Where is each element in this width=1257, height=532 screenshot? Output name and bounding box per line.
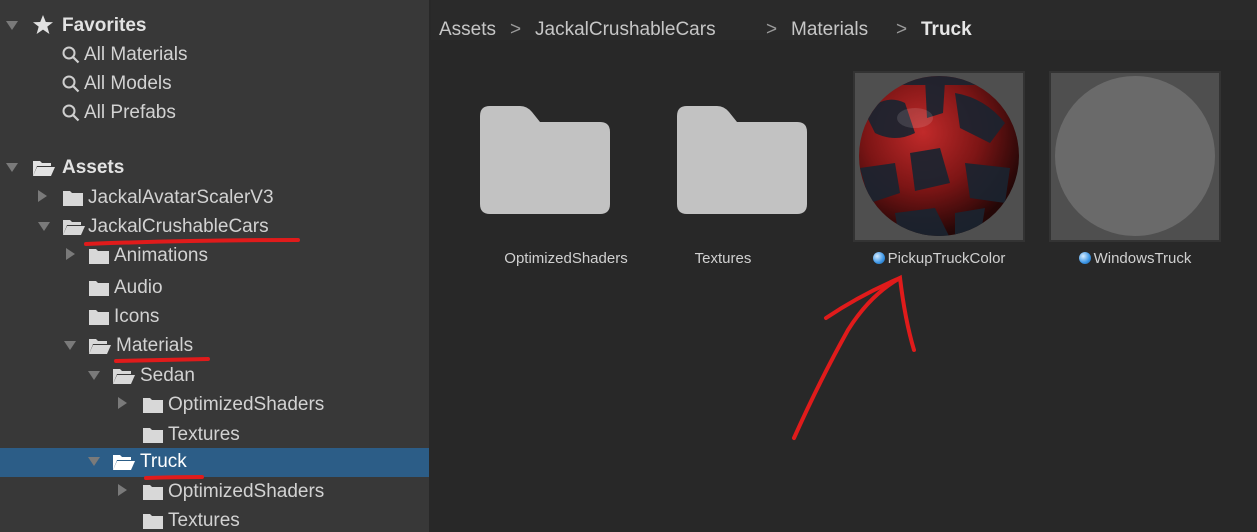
breadcrumb-segment-assets[interactable]: Assets (439, 19, 496, 41)
expand-arrow-icon[interactable] (88, 371, 100, 380)
tree-item-truck-textures[interactable]: Textures (0, 507, 429, 532)
tree-item-sedan[interactable]: Sedan (0, 362, 429, 391)
breadcrumb-separator: > (896, 19, 908, 40)
folder-open-icon (112, 453, 136, 477)
project-window: Favorites All Materials All Models All P… (0, 0, 1257, 532)
project-content-panel[interactable]: Assets > JackalCrushableCars > Materials… (431, 0, 1257, 532)
expand-arrow-icon[interactable] (6, 21, 18, 30)
favorite-all-prefabs[interactable]: All Prefabs (0, 99, 429, 128)
tree-item-label: Materials (116, 335, 194, 356)
favorite-all-materials[interactable]: All Materials (0, 41, 429, 70)
favorite-label: All Models (84, 73, 172, 94)
favorite-label: All Prefabs (84, 102, 176, 123)
expand-arrow-icon[interactable] (38, 222, 50, 231)
expand-arrow-icon[interactable] (64, 341, 76, 350)
folder-open-icon (112, 367, 136, 391)
material-preview-sphere-icon (853, 71, 1025, 242)
tree-item-label: Favorites (62, 15, 147, 36)
tree-assets-row[interactable]: Assets (0, 154, 429, 183)
grid-item-label: WindowsTruck (1029, 250, 1241, 267)
folder-icon (142, 483, 164, 507)
folder-icon (142, 426, 164, 450)
material-preview-sphere-icon (1049, 71, 1221, 242)
folder-icon (88, 308, 110, 332)
tree-item-label: JackalCrushableCars (88, 216, 269, 237)
expand-arrow-icon[interactable] (6, 163, 18, 172)
tree-item-label: OptimizedShaders (168, 481, 325, 502)
folder-icon (62, 189, 84, 213)
grid-item-label-text: WindowsTruck (1093, 250, 1192, 267)
grid-item-optimizedshaders[interactable]: OptimizedShaders (480, 71, 652, 271)
tree-item-label: Sedan (140, 365, 195, 386)
tree-favorites-row[interactable]: Favorites (0, 12, 429, 41)
tree-item-label: Animations (114, 245, 208, 266)
tree-item-jackalcrushablecars[interactable]: JackalCrushableCars (0, 213, 429, 242)
tree-item-sedan-optimizedshaders[interactable]: OptimizedShaders (0, 391, 429, 420)
grid-item-pickuptruckcolor[interactable]: PickupTruckColor (853, 71, 1025, 271)
folder-thumbnail-icon (677, 71, 849, 242)
tree-item-label: Audio (114, 277, 163, 298)
material-icon (1078, 252, 1091, 264)
folder-icon (88, 247, 110, 271)
grid-item-label: Textures (694, 250, 752, 267)
tree-item-label: Textures (168, 424, 240, 445)
star-icon (32, 14, 54, 42)
search-icon (62, 104, 80, 128)
project-tree-panel[interactable]: Favorites All Materials All Models All P… (0, 0, 429, 532)
folder-open-icon (32, 159, 56, 183)
search-icon (62, 46, 80, 70)
breadcrumb-segment-truck[interactable]: Truck (921, 19, 972, 41)
tree-item-icons[interactable]: Icons (0, 303, 429, 332)
tree-item-label: JackalAvatarScalerV3 (88, 187, 274, 208)
folder-thumbnail-icon (480, 71, 652, 242)
tree-item-label: Textures (168, 510, 240, 531)
tree-item-truck-optimizedshaders[interactable]: OptimizedShaders (0, 478, 429, 507)
breadcrumb-segment-jackalcrushablecars[interactable]: JackalCrushableCars (535, 19, 716, 41)
favorite-label: All Materials (84, 44, 188, 65)
tree-item-label: OptimizedShaders (168, 394, 325, 415)
breadcrumb-segment-materials[interactable]: Materials (791, 19, 868, 41)
material-icon (872, 252, 885, 264)
tree-item-jackalavatarscalerv3[interactable]: JackalAvatarScalerV3 (0, 184, 429, 213)
folder-icon (142, 512, 164, 532)
tree-item-sedan-textures[interactable]: Textures (0, 421, 429, 450)
folder-open-icon (88, 337, 112, 361)
breadcrumb-separator: > (766, 19, 778, 40)
grid-item-label-text: PickupTruckColor (887, 250, 1006, 267)
tree-item-label: Icons (114, 306, 160, 327)
folder-open-icon (62, 218, 86, 242)
tree-item-label: Assets (62, 157, 125, 178)
collapse-arrow-icon[interactable] (38, 190, 47, 202)
favorite-all-models[interactable]: All Models (0, 70, 429, 99)
folder-icon (88, 279, 110, 303)
collapse-arrow-icon[interactable] (118, 484, 127, 496)
collapse-arrow-icon[interactable] (66, 248, 75, 260)
expand-arrow-icon[interactable] (88, 457, 100, 466)
grid-item-windowstruck[interactable]: WindowsTruck (1049, 71, 1221, 271)
grid-item-label: PickupTruckColor (833, 250, 1045, 267)
tree-item-animations[interactable]: Animations (0, 242, 429, 271)
tree-item-truck[interactable]: Truck (0, 448, 429, 477)
tree-item-audio[interactable]: Audio (0, 274, 429, 303)
tree-item-label: Truck (140, 451, 187, 472)
folder-icon (142, 396, 164, 420)
collapse-arrow-icon[interactable] (118, 397, 127, 409)
grid-item-textures[interactable]: Textures (677, 71, 849, 271)
breadcrumb: Assets > JackalCrushableCars > Materials… (431, 0, 1257, 40)
tree-item-materials[interactable]: Materials (0, 332, 429, 361)
search-icon (62, 75, 80, 99)
breadcrumb-separator: > (510, 19, 522, 40)
